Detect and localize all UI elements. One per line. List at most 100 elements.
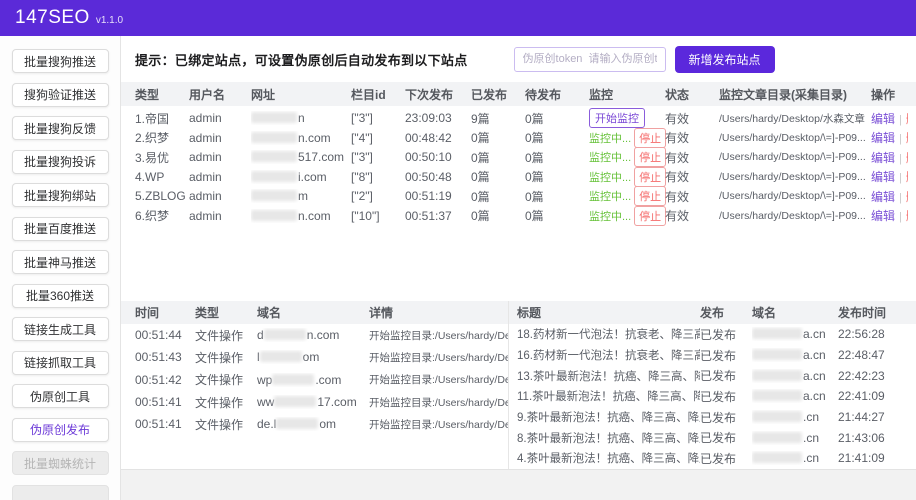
file-log-table: 时间类型域名详情 00:51:44 文件操作 dn.com 开始监控目录:/Us… <box>121 301 508 469</box>
site-url: m <box>251 189 351 203</box>
add-site-button[interactable]: 新增发布站点 <box>675 46 775 73</box>
start-monitor-button[interactable]: 开始监控 <box>589 108 645 128</box>
action-separator: | <box>899 114 902 126</box>
sidebar-item-label: 批量百度推送 <box>24 222 96 236</box>
token-input[interactable] <box>514 47 666 72</box>
log-domain-suffix: 17.com <box>317 395 356 409</box>
stop-monitor-button[interactable]: 停止 <box>634 147 666 167</box>
site-published-count: 0篇 <box>471 168 525 185</box>
sidebar-item[interactable]: 批量蜘蛛统计 <box>12 451 109 475</box>
edit-link[interactable]: 编辑 <box>871 190 895 204</box>
sidebar-item[interactable]: 批量搜狗推送 <box>12 49 109 73</box>
edit-link[interactable]: 编辑 <box>871 131 895 145</box>
action-separator: | <box>899 192 902 204</box>
stop-monitor-button[interactable]: 停止 <box>634 167 666 187</box>
site-status: 有效 <box>665 207 719 224</box>
log-domain: de.lom <box>257 417 369 431</box>
site-column-id: ["4"] <box>351 131 405 145</box>
sidebar-item-label: 批量搜狗绑站 <box>24 189 96 203</box>
edit-link[interactable]: 编辑 <box>871 151 895 165</box>
stop-monitor-button[interactable]: 停止 <box>634 206 666 226</box>
publish-time: 22:42:23 <box>838 369 908 383</box>
redacted-domain <box>260 351 302 362</box>
article-title: 13.茶叶最新泡法！抗癌、降三高、降尿酸效力涨... <box>517 368 700 384</box>
log-time: 00:51:41 <box>135 395 195 409</box>
publish-log-body: 18.药材新一代泡法！抗衰老、降三高、降自体普... 已发布 a.cn 22:5… <box>509 324 916 469</box>
publish-status: 已发布 <box>700 409 752 426</box>
publish-domain: a.cn <box>752 389 838 403</box>
stop-monitor-button[interactable]: 停止 <box>634 186 666 206</box>
sidebar-item-label: 伪原创发布 <box>30 423 90 437</box>
redacted-domain <box>752 370 802 381</box>
publish-domain: a.cn <box>752 327 838 341</box>
redacted-domain <box>752 411 802 422</box>
publish-log-row: 18.药材新一代泡法！抗衰老、降三高、降自体普... 已发布 a.cn 22:5… <box>509 324 916 345</box>
site-username: admin <box>189 209 251 223</box>
log-type: 文件操作 <box>195 416 257 433</box>
sidebar-item[interactable]: 批量搜狗绑站 <box>12 183 109 207</box>
site-row: 6.织梦 admin n.com ["10"] 00:51:37 0篇 0篇 监… <box>121 206 916 226</box>
site-url: n.com <box>251 209 351 223</box>
publish-domain: .cn <box>752 451 838 465</box>
app-header: 147SEO v1.1.0 <box>0 0 916 36</box>
app-version: v1.1.0 <box>96 15 123 26</box>
site-url: i.com <box>251 170 351 184</box>
column-header-5: 已发布 <box>471 86 525 103</box>
publish-log-row: 9.茶叶最新泡法！抗癌、降三高、降尿酸效力涨十... 已发布 .cn 21:44… <box>509 407 916 428</box>
column-header-2: 网址 <box>251 86 351 103</box>
sidebar-item[interactable]: 批量百度推送 <box>12 217 109 241</box>
monitoring-status: 监控中... <box>589 172 631 184</box>
site-actions: 编辑 | 删除 <box>871 188 908 205</box>
sites-table: 类型用户名网址栏目id下次发布已发布待发布监控状态监控文章目录(采集目录)操作 … <box>121 82 916 225</box>
site-next-publish: 23:09:03 <box>405 111 471 125</box>
redacted-domain <box>251 132 297 143</box>
log-domain-prefix: wp <box>257 373 272 387</box>
tip-text: 提示：已绑定站点，可设置伪原创后自动发布到以下站点 <box>135 50 468 69</box>
redacted-domain <box>251 171 297 182</box>
publish-time: 21:44:27 <box>838 410 908 424</box>
redacted-domain <box>752 349 802 360</box>
delete-link[interactable]: 删除 <box>906 131 908 145</box>
stop-monitor-button[interactable]: 停止 <box>634 128 666 148</box>
delete-link[interactable]: 删除 <box>906 209 908 223</box>
sidebar-item[interactable]: 批量神马推送 <box>12 250 109 274</box>
edit-link[interactable]: 编辑 <box>871 112 895 126</box>
column-header-6: 待发布 <box>525 86 589 103</box>
site-type: 2.织梦 <box>135 129 189 146</box>
delete-link[interactable]: 删除 <box>906 170 908 184</box>
log-domain-prefix: ww <box>257 395 274 409</box>
sidebar-item[interactable] <box>12 485 109 500</box>
sidebar-item[interactable]: 搜狗验证推送 <box>12 83 109 107</box>
redacted-domain <box>752 328 802 339</box>
publish-log-row: 8.茶叶最新泡法！抗癌、降三高、降尿酸效力涨十... 已发布 .cn 21:43… <box>509 427 916 448</box>
site-username: admin <box>189 170 251 184</box>
site-monitor-dir: /Users/hardy/Desktop/\=]-P09... <box>719 151 871 163</box>
site-url-suffix: n.com <box>298 131 331 145</box>
publish-domain-suffix: .cn <box>803 431 819 445</box>
redacted-domain <box>752 432 802 443</box>
sidebar-item[interactable]: 批量搜狗投诉 <box>12 150 109 174</box>
sidebar-item[interactable]: 链接生成工具 <box>12 317 109 341</box>
site-status: 有效 <box>665 188 719 205</box>
sidebar-item[interactable]: 伪原创发布 <box>12 418 109 442</box>
article-title: 4.茶叶最新泡法！抗癌、降三高、降尿酸效力涨十... <box>517 450 700 466</box>
edit-link[interactable]: 编辑 <box>871 209 895 223</box>
edit-link[interactable]: 编辑 <box>871 170 895 184</box>
site-monitor-dir: /Users/hardy/Desktop/\=]-P09... <box>719 190 871 202</box>
sidebar-item-label: 伪原创工具 <box>30 390 90 404</box>
sidebar-item[interactable]: 伪原创工具 <box>12 384 109 408</box>
delete-link[interactable]: 删除 <box>906 190 908 204</box>
publish-status: 已发布 <box>700 388 752 405</box>
delete-link[interactable]: 删除 <box>906 151 908 165</box>
sidebar-item[interactable]: 批量搜狗反馈 <box>12 116 109 140</box>
log-time: 00:51:41 <box>135 417 195 431</box>
column-header-1: 用户名 <box>189 86 251 103</box>
sidebar-item[interactable]: 链接抓取工具 <box>12 351 109 375</box>
action-separator: | <box>899 172 902 184</box>
site-username: admin <box>189 189 251 203</box>
delete-link[interactable]: 删除 <box>906 112 908 126</box>
redacted-domain <box>251 210 297 221</box>
action-separator: | <box>899 133 902 145</box>
sidebar-item[interactable]: 批量360推送 <box>12 284 109 308</box>
monitoring-status: 监控中... <box>589 152 631 164</box>
